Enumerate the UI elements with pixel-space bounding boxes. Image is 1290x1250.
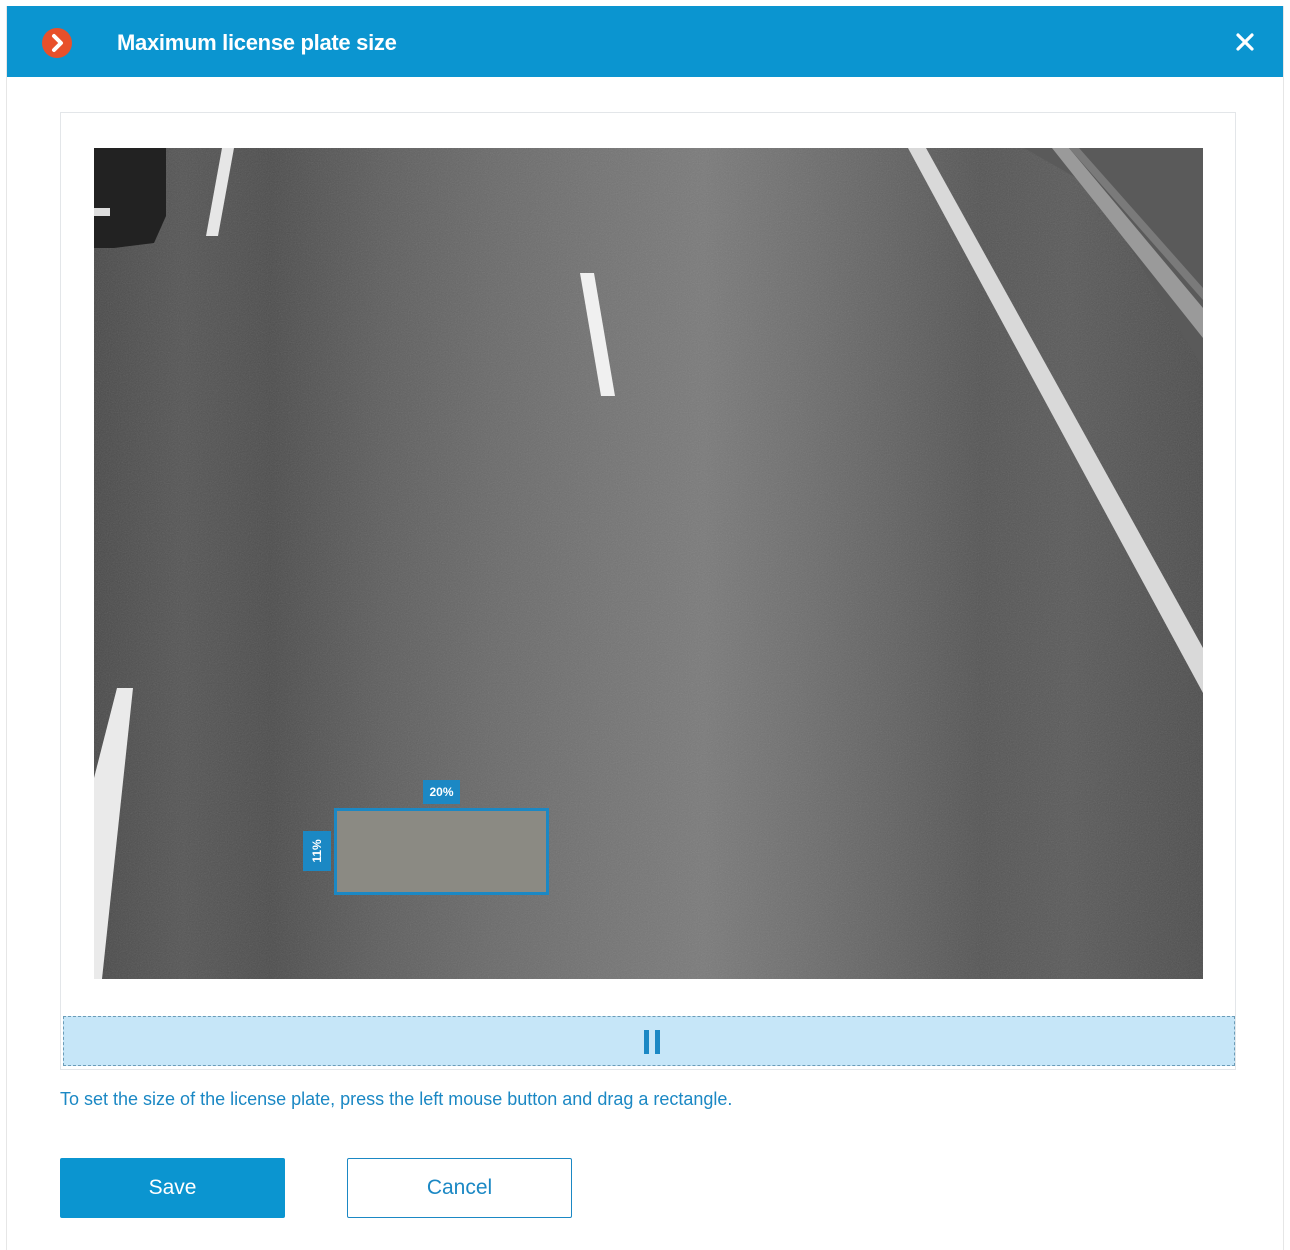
plate-width-label: 20% [423, 780, 460, 804]
plate-height-label: 11% [303, 831, 331, 871]
close-icon[interactable] [1229, 26, 1261, 58]
plate-size-rectangle[interactable] [334, 808, 549, 895]
cancel-button[interactable]: Cancel [347, 1158, 572, 1218]
preview-frame: 20% 11% [60, 112, 1236, 1070]
plate-height-text: 11% [310, 839, 324, 863]
dialog: Maximum license plate size 20% 11% To se… [6, 6, 1284, 1250]
dialog-title: Maximum license plate size [117, 30, 397, 55]
title-bar: Maximum license plate size [7, 6, 1283, 77]
drag-handle-icon[interactable] [642, 1030, 662, 1054]
chevron-right-icon [42, 28, 72, 58]
resize-splitter[interactable] [63, 1016, 1235, 1066]
camera-image[interactable]: 20% 11% [94, 148, 1203, 979]
instruction-text: To set the size of the license plate, pr… [60, 1089, 733, 1109]
save-button[interactable]: Save [60, 1158, 285, 1218]
